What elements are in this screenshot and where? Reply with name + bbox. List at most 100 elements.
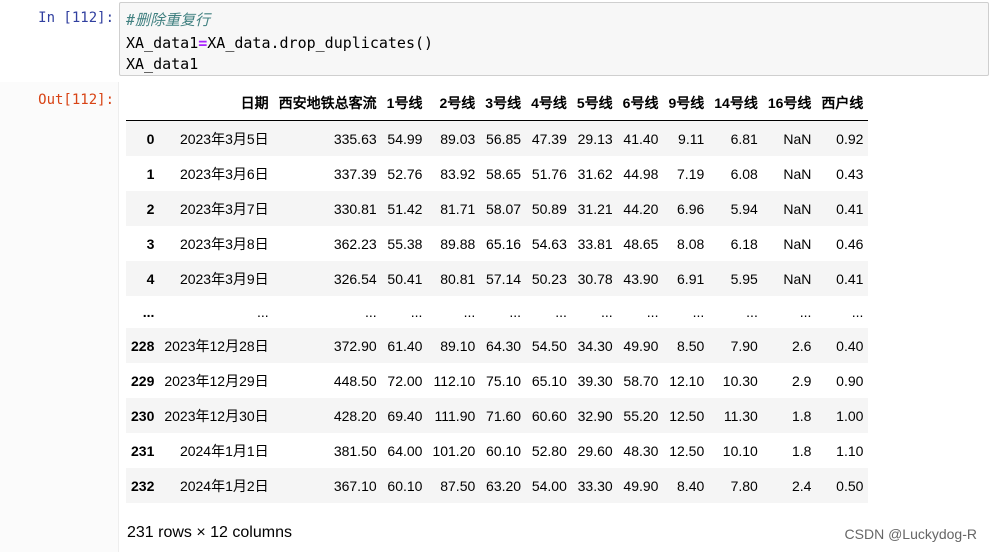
dataframe-table: 日期 西安地铁总客流 1号线 2号线 3号线 4号线 5号线 6号线 9号线 14号线 16号线 西户… — [126, 86, 869, 503]
table-cell: 0.40 — [836, 337, 864, 354]
table-cell: 29.13 — [577, 130, 613, 147]
table-cell: 80.81 — [440, 270, 476, 287]
table-cell: 48.30 — [623, 442, 659, 459]
table-cell: ... — [364, 304, 377, 320]
table-cell: NaN — [783, 270, 812, 287]
table-cell: 33.81 — [577, 235, 613, 252]
input-cell[interactable]: In [112]: #删除重复行 XA_data1=XA_data.drop_d… — [0, 0, 991, 80]
column-header: 西户线 — [816, 86, 869, 121]
table-cell: 54.50 — [531, 337, 567, 354]
table-cell: 48.65 — [623, 235, 659, 252]
table-cell: NaN — [783, 235, 812, 252]
table-cell: 2023年12月28日 — [164, 337, 269, 354]
table-cell: 50.89 — [531, 200, 567, 217]
code-line-assign: XA_data1=XA_data.drop_duplicates() — [126, 33, 433, 53]
code-comment: #删除重复行 — [126, 11, 211, 29]
table-cell: 2023年3月6日 — [179, 165, 269, 182]
table-cell: 367.10 — [333, 477, 377, 494]
table-cell: 6.96 — [677, 200, 705, 217]
table-cell: 6.91 — [677, 270, 705, 287]
table-cell: 58.07 — [486, 200, 522, 217]
table-cell: 326.54 — [333, 270, 377, 287]
table-cell: 29.60 — [577, 442, 613, 459]
table-cell: 41.40 — [623, 130, 659, 147]
table-cell: NaN — [783, 130, 812, 147]
table-cell: ... — [509, 304, 522, 320]
table-cell: 0.41 — [836, 200, 864, 217]
table-cell: 43.90 — [623, 270, 659, 287]
table-cell: 7.90 — [730, 337, 758, 354]
table-cell: 101.20 — [432, 442, 476, 459]
table-cell: 54.99 — [387, 130, 423, 147]
table-cell: 6.81 — [730, 130, 758, 147]
row-index: 2 — [146, 200, 155, 217]
table-cell: 1.8 — [791, 442, 812, 459]
table-cell: 0.46 — [836, 235, 864, 252]
table-cell: 448.50 — [333, 372, 377, 389]
table-cell: 52.76 — [387, 165, 423, 182]
table-cell: 58.70 — [623, 372, 659, 389]
code-editor[interactable]: #删除重复行 XA_data1=XA_data.drop_duplicates(… — [119, 2, 989, 76]
table-cell: 5.95 — [730, 270, 758, 287]
table-cell: 65.16 — [486, 235, 522, 252]
table-cell: 89.88 — [440, 235, 476, 252]
table-cell: 8.40 — [677, 477, 705, 494]
table-cell: 8.08 — [677, 235, 705, 252]
column-header: 日期 — [159, 86, 274, 121]
table-cell: 87.50 — [440, 477, 476, 494]
table-cell: NaN — [783, 200, 812, 217]
table-cell: 81.71 — [440, 200, 476, 217]
table-cell: 1.00 — [836, 407, 864, 424]
table-row: 229 2023年12月29日 448.50 72.00 112.10 75.10 65.1… — [126, 363, 868, 398]
table-cell: 72.00 — [387, 372, 423, 389]
table-row: 228 2023年12月28日 372.90 61.40 89.10 64.30 54.50… — [126, 328, 869, 363]
table-cell: 0.90 — [836, 372, 864, 389]
table-row: 4 2023年3月9日 326.54 50.41 80.81 57.14 50.23 30.7… — [126, 261, 869, 296]
table-cell: 1.10 — [836, 442, 864, 459]
row-index: 232 — [131, 477, 155, 494]
row-index: 3 — [146, 235, 155, 252]
column-header: 1号线 — [381, 86, 428, 121]
table-cell: 52.80 — [531, 442, 567, 459]
column-header: 9号线 — [663, 86, 710, 121]
table-cell: 44.20 — [623, 200, 659, 217]
table-cell: 60.60 — [531, 407, 567, 424]
row-index: 229 — [131, 372, 155, 389]
table-row: 230 2023年12月30日 428.20 69.40 111.90 71.60 60.6… — [126, 398, 869, 433]
table-cell: 31.21 — [577, 200, 613, 217]
table-cell: 10.10 — [722, 442, 758, 459]
output-gutter — [0, 82, 119, 552]
table-cell: 0.50 — [836, 477, 864, 494]
table-cell: 2023年3月7日 — [179, 200, 269, 217]
table-cell: 330.81 — [333, 200, 377, 217]
table-cell: 56.85 — [486, 130, 522, 147]
watermark: CSDN @Luckydog-R — [844, 526, 977, 542]
table-row: 1 2023年3月6日 337.39 52.76 83.92 58.65 51.76 31.6… — [126, 156, 868, 191]
table-cell: 0.43 — [836, 165, 864, 182]
code-var: XA_data1 — [126, 34, 199, 52]
table-cell: ... — [410, 304, 423, 320]
table-cell: 5.94 — [730, 200, 758, 217]
table-cell: 57.14 — [486, 270, 522, 287]
column-header: 西安地铁总客流 — [273, 86, 382, 121]
table-cell: 32.90 — [577, 407, 613, 424]
table-cell: 50.41 — [387, 270, 423, 287]
table-cell: 33.30 — [577, 477, 613, 494]
table-cell: 2023年3月9日 — [179, 270, 269, 287]
column-header: 2号线 — [427, 86, 481, 121]
column-header: 14号线 — [709, 86, 763, 121]
table-cell: 335.63 — [333, 130, 377, 147]
table-cell: 2023年3月5日 — [179, 130, 269, 147]
table-cell: 64.30 — [486, 337, 522, 354]
table-cell: 372.90 — [333, 337, 377, 354]
table-cell: 2.6 — [791, 337, 812, 354]
table-cell: ... — [463, 304, 476, 320]
table-cell: 60.10 — [486, 442, 522, 459]
column-header: 3号线 — [480, 86, 527, 121]
table-cell: 2023年3月8日 — [179, 235, 269, 252]
table-cell: 51.42 — [387, 200, 423, 217]
table-cell: 12.10 — [669, 372, 705, 389]
table-cell: 12.50 — [669, 407, 705, 424]
row-index: ... — [142, 304, 155, 320]
table-header-row: 日期 西安地铁总客流 1号线 2号线 3号线 4号线 5号线 6号线 9号线 14号线 16号线 西户… — [126, 86, 869, 121]
